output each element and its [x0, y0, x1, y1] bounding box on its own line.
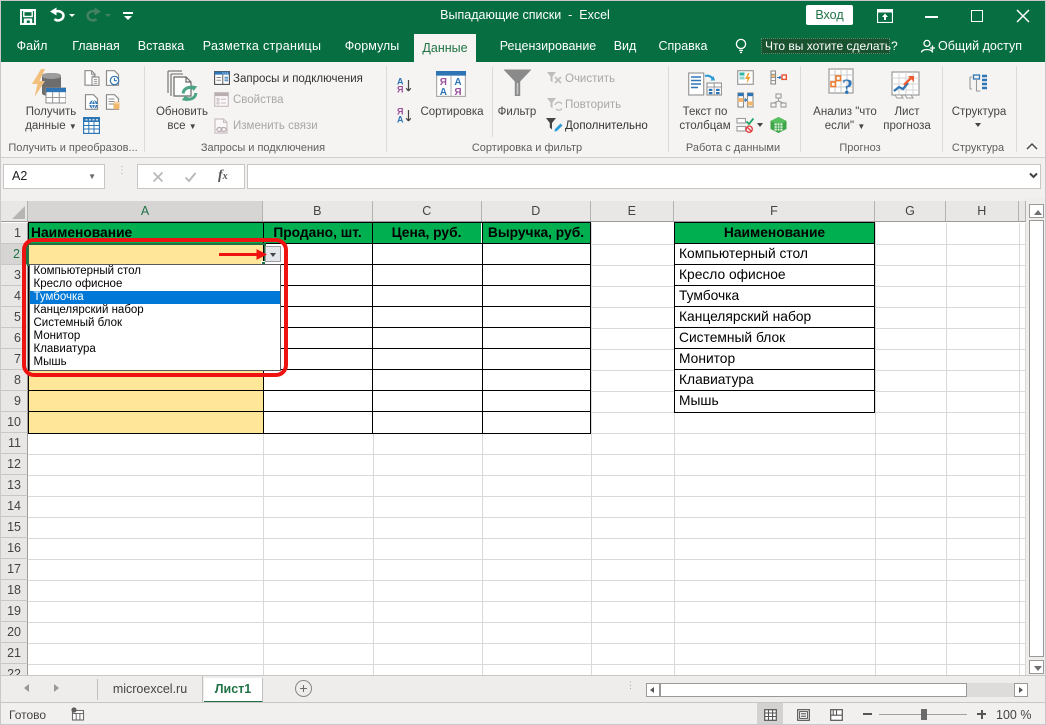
- svg-text:А: А: [397, 115, 404, 124]
- svg-text:А: А: [440, 87, 447, 97]
- svg-text:?: ?: [842, 74, 853, 99]
- svg-text:Я: Я: [454, 87, 461, 97]
- svg-text:Я: Я: [397, 85, 403, 94]
